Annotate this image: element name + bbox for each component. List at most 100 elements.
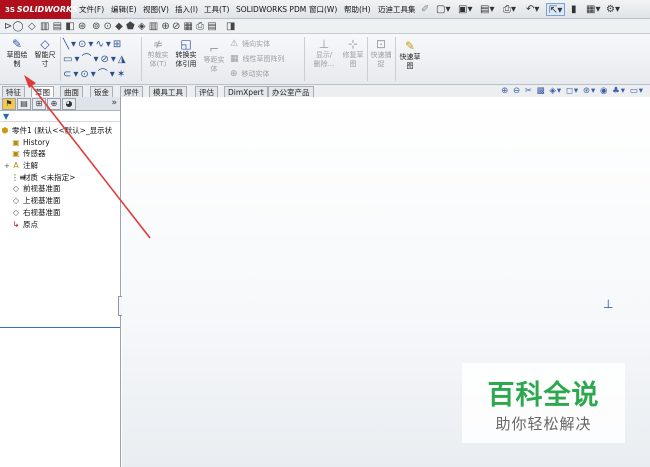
separator xyxy=(60,37,61,81)
history-icon: ▣ xyxy=(12,137,20,147)
tree-item-history[interactable]: ▣ History xyxy=(0,137,120,149)
dimxpert-manager-tab-icon[interactable]: ⊕ xyxy=(47,98,61,110)
feature-manager-tabs: ⚑ ▤ ⊞ ⊕ ◕ » xyxy=(0,97,120,111)
open-folder-icon[interactable]: ▣▾ xyxy=(458,3,472,16)
mirror-icon: ⚠ xyxy=(230,39,239,49)
offset-icon: ⌐ xyxy=(208,42,220,56)
tree-item-front-plane[interactable]: ◇ 前视基准面 xyxy=(0,183,120,195)
plane-icon: ◇ xyxy=(12,196,20,206)
annotation-icon: A xyxy=(13,161,19,171)
menu-window[interactable]: 窗口(W) xyxy=(309,0,337,19)
smart-dimension-button[interactable]: ◇ 智能尺 寸 xyxy=(31,37,59,69)
macro-icon[interactable]: ◨ xyxy=(226,20,235,33)
separator xyxy=(304,37,305,81)
offset-entities-button[interactable]: ⌐ 等距实 体 xyxy=(200,42,228,74)
tab-features[interactable]: 特征 xyxy=(2,86,25,97)
trim-icon: ≉ xyxy=(152,37,164,51)
rapid-sketch-label: 快速草 图 xyxy=(399,53,421,70)
filter-icon[interactable]: ▼ xyxy=(0,111,120,122)
undo-icon[interactable]: ↶▾ xyxy=(526,3,539,16)
tree-rollback-bar[interactable] xyxy=(0,327,120,328)
slot-tools-row[interactable]: ⊂▾⊙▾⌒▾✶ xyxy=(63,68,127,81)
file-properties-icon[interactable]: ▦▾ xyxy=(586,3,600,16)
select-pointer-icon[interactable]: ⇱▾ xyxy=(546,3,566,16)
line-tools-row[interactable]: ╲▾⊙▾∿▾⊞ xyxy=(63,38,123,51)
move-entities-button[interactable]: ⊕ 移动实体 xyxy=(230,69,270,79)
display-delete-relations-button[interactable]: ⊥ 显示/ 删除... xyxy=(309,37,339,69)
sensor-icon: ▣ xyxy=(12,149,20,159)
view-tools-icons[interactable]: ⊚ ⊙ ◆ ⬟ ◈ ▥ ⊕ xyxy=(92,20,170,33)
tab-sheet-metal[interactable]: 钣金 xyxy=(90,86,113,97)
smart-dimension-icon: ◇ xyxy=(40,37,50,51)
rebuild-icon[interactable]: ▮ xyxy=(571,3,577,16)
menu-maidi-tools[interactable]: 迈迪工具集 xyxy=(378,0,416,19)
tab-evaluate[interactable]: 评估 xyxy=(195,86,218,97)
rapid-sketch-button[interactable]: ✎ 快速草 图 xyxy=(396,39,424,71)
tab-sketch[interactable]: 草图 xyxy=(31,86,54,97)
smart-dimension-label: 智能尺 寸 xyxy=(34,51,56,68)
menu-help[interactable]: 帮助(H) xyxy=(344,0,371,19)
linear-pattern-icon: ▦ xyxy=(230,54,239,64)
property-manager-tab-icon[interactable]: ▤ xyxy=(17,98,31,110)
command-manager: ✎ 草图绘 制 ◇ 智能尺 寸 ╲▾⊙▾∿▾⊞ ▭▾⌒▾⊘▾◮ ⊂▾⊙▾⌒▾✶ … xyxy=(0,34,650,85)
menu-insert[interactable]: 插入(I) xyxy=(175,0,198,19)
tab-weldments[interactable]: 焊件 xyxy=(120,86,143,97)
title-bar: 3S SOLIDWORKS 文件(F) 编辑(E) 视图(V) 插入(I) 工具(… xyxy=(0,0,650,19)
move-icon: ⊕ xyxy=(230,69,238,79)
print-icon[interactable]: ⎙▾ xyxy=(503,3,516,16)
layout-icons[interactable]: ▥ ▤ ◧ ⊛ xyxy=(40,20,86,33)
search-tools-icons[interactable]: ⊘ ▦ ⎙ ▤ xyxy=(172,20,217,33)
new-document-icon[interactable]: ▢▾ xyxy=(436,3,450,16)
mate-icon[interactable]: ◇ xyxy=(28,20,36,33)
feature-manager-panel: ⚑ ▤ ⊞ ⊕ ◕ » ▼ ⬢ 零件1 (默认<<默认>_显示状 ▣ History… xyxy=(0,97,121,467)
part-icon: ⬢ xyxy=(1,126,9,135)
tab-surfaces[interactable]: 曲面 xyxy=(60,86,83,97)
linear-pattern-button[interactable]: ▦ 线性草图阵列 xyxy=(230,54,285,64)
repair-sketch-button[interactable]: ⊹ 修复草 图 xyxy=(339,37,367,69)
feature-tree-tab-icon[interactable]: ⚑ xyxy=(2,98,16,110)
tree-item-sensors[interactable]: ▣ 传感器 xyxy=(0,148,120,160)
plane-icon: ◇ xyxy=(12,207,20,217)
tree-item-top-plane[interactable]: ◇ 上视基准面 xyxy=(0,195,120,207)
pin-icon[interactable]: ✐ xyxy=(421,3,429,16)
mirror-entities-button[interactable]: ⚠ 镜向实体 xyxy=(230,39,270,49)
watermark-title: 百科全说 xyxy=(487,380,600,411)
expand-icon[interactable]: + xyxy=(4,161,11,172)
solidworks-logo[interactable]: 3S SOLIDWORKS xyxy=(0,0,78,19)
menu-pdm[interactable]: SOLIDWORKS PDM xyxy=(236,0,306,19)
tree-root-part[interactable]: ⬢ 零件1 (默认<<默认>_显示状 xyxy=(0,125,120,137)
display-manager-tab-icon[interactable]: ◕ xyxy=(62,98,76,110)
sketch-tools-icon[interactable]: ⊳◯ xyxy=(4,20,24,33)
sketch-button[interactable]: ✎ 草图绘 制 xyxy=(3,37,31,69)
options-gear-icon[interactable]: ⚙▾ xyxy=(606,3,620,16)
tree-item-origin[interactable]: ↳ 原点 xyxy=(0,219,120,231)
quick-snaps-icon: ⊡ xyxy=(375,37,387,51)
tab-dimxpert[interactable]: DimXpert xyxy=(224,86,268,97)
display-delete-label: 显示/ 删除... xyxy=(313,51,335,68)
quick-snaps-button[interactable]: ⊡ 快速捕 捉 xyxy=(368,37,394,69)
quick-snaps-label: 快速捕 捉 xyxy=(370,51,392,68)
tree-item-right-plane[interactable]: ◇ 右视基准面 xyxy=(0,207,120,219)
menu-edit[interactable]: 编辑(E) xyxy=(111,0,137,19)
relations-icon: ⊥ xyxy=(318,37,330,51)
ds-logo-mark: 3S xyxy=(5,6,15,14)
heads-up-view-toolbar[interactable]: ⊕ ⊖ ✂ ▩ ◈▾ ◻▾ ⊛▾ ◉ ♣▾ ▭▾ xyxy=(501,86,644,96)
configuration-manager-tab-icon[interactable]: ⊞ xyxy=(32,98,46,110)
save-icon[interactable]: ▤▾ xyxy=(480,3,494,16)
tree-item-material[interactable]: ⋮≡材质 <未指定> xyxy=(0,172,120,184)
tab-mold-tools[interactable]: 模具工具 xyxy=(149,86,187,97)
menu-tools[interactable]: 工具(T) xyxy=(204,0,229,19)
tab-office-products[interactable]: 办公室产品 xyxy=(268,86,314,97)
tree-item-annotations[interactable]: + A 注解 xyxy=(0,160,120,172)
repair-sketch-label: 修复草 图 xyxy=(342,51,364,68)
origin-icon: ↳ xyxy=(12,219,20,229)
rectangle-tools-row[interactable]: ▭▾⌒▾⊘▾◮ xyxy=(63,53,128,66)
convert-entities-button[interactable]: ◱ 转换实 体引用 xyxy=(172,37,200,69)
expand-panel-icon[interactable]: » xyxy=(111,98,117,108)
menu-view[interactable]: 视图(V) xyxy=(143,0,169,19)
menu-file[interactable]: 文件(F) xyxy=(79,0,104,19)
sketch-label: 草图绘 制 xyxy=(6,51,28,68)
trim-entities-button[interactable]: ≉ 剪裁实 体(T) xyxy=(144,37,172,69)
rapid-sketch-icon: ✎ xyxy=(404,39,416,53)
separator xyxy=(141,37,142,81)
